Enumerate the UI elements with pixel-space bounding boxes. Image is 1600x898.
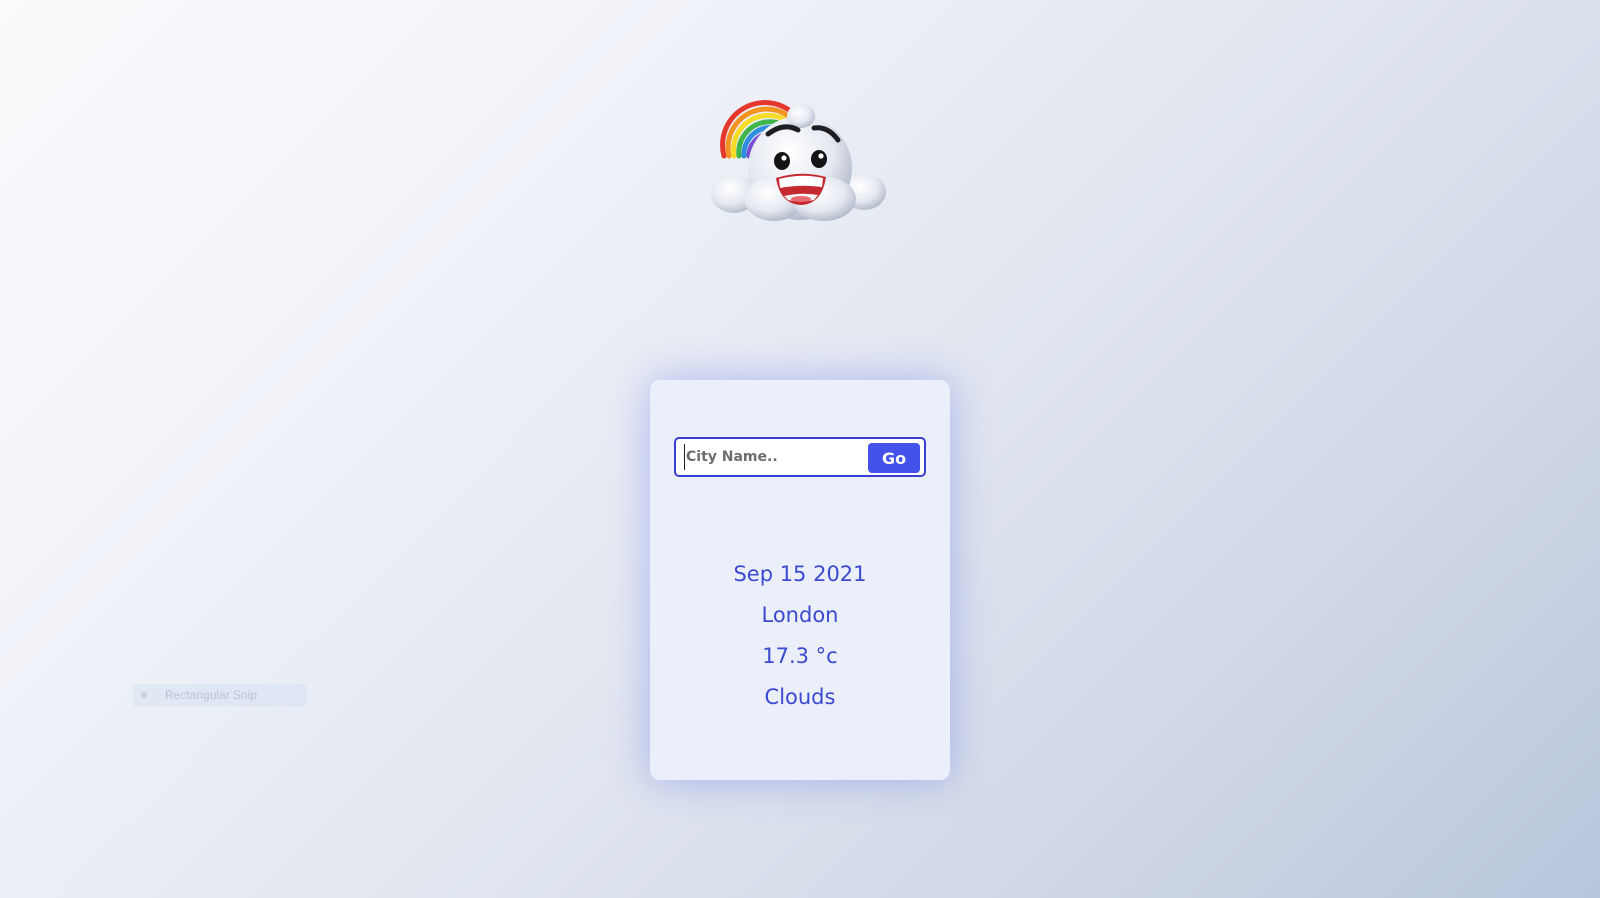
snip-dot-icon: [141, 692, 147, 698]
city-name-input[interactable]: [684, 444, 864, 470]
search-box: Go: [674, 437, 926, 477]
weather-card: Go Sep 15 2021 London 17.3 °c Clouds: [650, 380, 950, 780]
weather-condition: Clouds: [764, 685, 836, 709]
weather-date: Sep 15 2021: [733, 562, 867, 586]
weather-city: London: [761, 603, 839, 627]
weather-temperature: 17.3 °c: [762, 644, 838, 668]
cloud-rainbow-mascot-icon: [711, 100, 886, 221]
rectangular-snip-tooltip: Rectangular Snip: [133, 684, 306, 706]
go-button[interactable]: Go: [868, 443, 920, 473]
snip-label: Rectangular Snip: [165, 688, 258, 702]
